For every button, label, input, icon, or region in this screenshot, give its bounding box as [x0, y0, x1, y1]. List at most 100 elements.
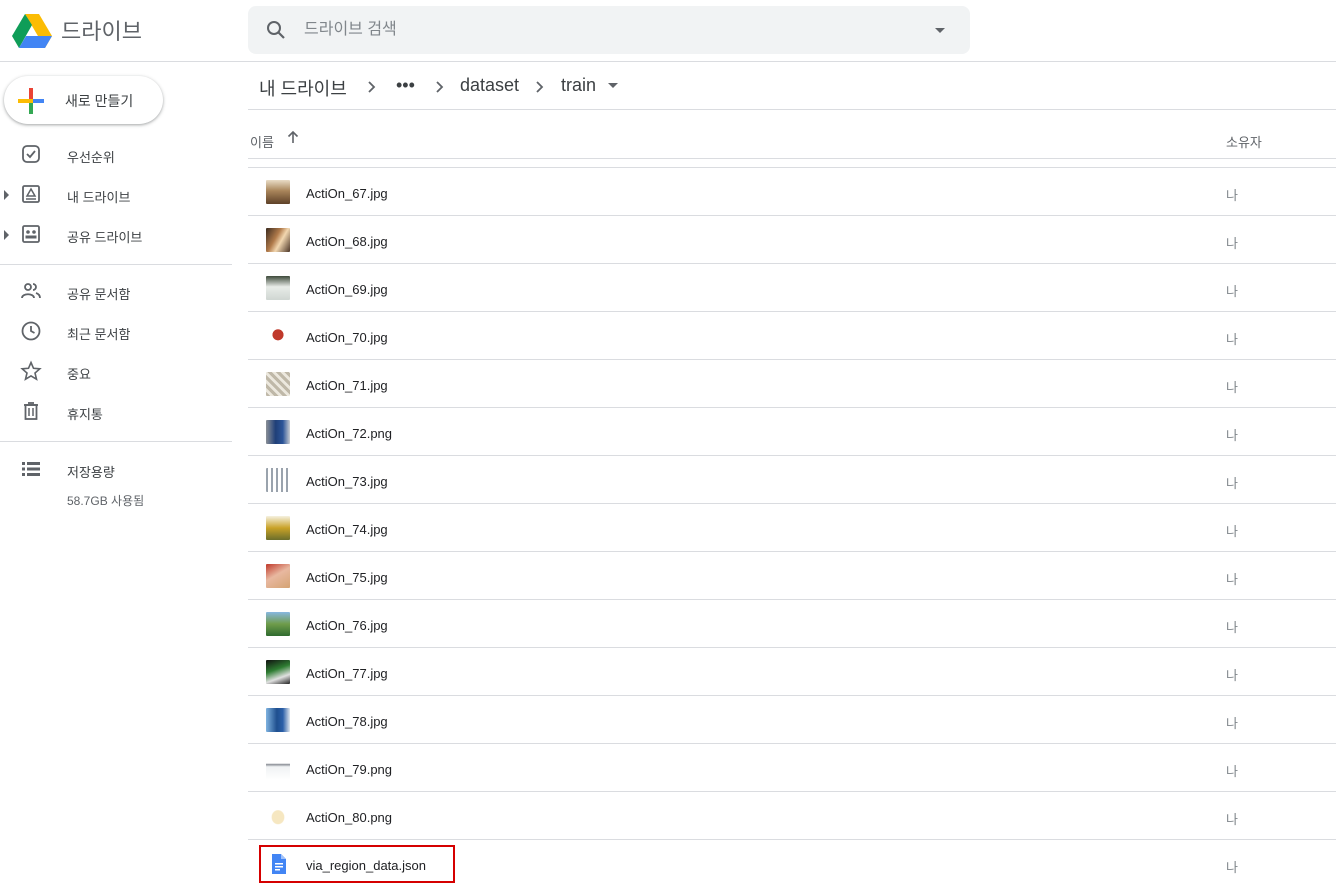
file-name: ActiOn_73.jpg: [306, 474, 388, 489]
sidebar-item-label: 최근 문서함: [67, 327, 131, 342]
shared-drives-icon: [22, 225, 40, 243]
chevron-right-icon: [436, 81, 444, 93]
new-button-label: 새로 만들기: [65, 93, 134, 109]
folder-menu-dropdown-icon[interactable]: [608, 83, 618, 88]
plus-icon: [18, 88, 44, 114]
selection-highlight-box: [259, 845, 455, 883]
file-owner: 나: [1226, 860, 1238, 875]
storage-used-text: 58.7GB 사용됨: [67, 494, 145, 508]
file-name: ActiOn_74.jpg: [306, 522, 388, 537]
file-name: ActiOn_72.png: [306, 426, 393, 441]
file-owner: 나: [1226, 572, 1238, 587]
file-row[interactable]: ActiOn_79.png 나: [248, 743, 1336, 791]
file-name: ActiOn_68.jpg: [306, 234, 388, 249]
file-name: ActiOn_67.jpg: [306, 186, 388, 201]
file-owner: 나: [1226, 188, 1238, 203]
image-thumbnail: [266, 564, 290, 588]
file-name: ActiOn_70.jpg: [306, 330, 388, 345]
column-owner[interactable]: 소유자: [1226, 132, 1262, 151]
sidebar-item-label: 휴지통: [67, 407, 103, 422]
expand-caret-icon[interactable]: [4, 230, 9, 240]
file-name: ActiOn_69.jpg: [306, 282, 388, 297]
sidebar-item-label: 저장용량: [67, 465, 115, 480]
image-thumbnail: [266, 516, 290, 540]
file-owner: 나: [1226, 428, 1238, 443]
file-name: ActiOn_76.jpg: [306, 618, 388, 633]
file-owner: 나: [1226, 332, 1238, 347]
file-owner: 나: [1226, 476, 1238, 491]
file-row[interactable]: ActiOn_71.jpg 나: [248, 359, 1336, 407]
sidebar-item-priority[interactable]: 우선순위: [0, 137, 232, 173]
breadcrumb-dataset[interactable]: dataset: [460, 75, 519, 96]
expand-caret-icon[interactable]: [4, 190, 9, 200]
search-input[interactable]: [304, 16, 904, 44]
image-thumbnail: [266, 708, 290, 732]
file-name: ActiOn_71.jpg: [306, 378, 388, 393]
sidebar-divider: [0, 264, 232, 265]
sidebar-item-shared-with-me[interactable]: 공유 문서함: [0, 274, 232, 310]
breadcrumb-my-drive[interactable]: 내 드라이브: [259, 75, 347, 101]
file-list-header: 이름 소유자: [248, 111, 1336, 159]
breadcrumb-more-ellipsis[interactable]: •••: [396, 75, 415, 96]
sidebar-item-storage[interactable]: 저장용량: [0, 452, 232, 488]
search-icon[interactable]: [264, 18, 288, 42]
file-owner: 나: [1226, 812, 1238, 827]
file-row[interactable]: ActiOn_67.jpg 나: [248, 167, 1336, 215]
image-thumbnail: [266, 420, 290, 444]
file-row[interactable]: ActiOn_76.jpg 나: [248, 599, 1336, 647]
priority-icon: [22, 145, 40, 163]
sort-ascending-arrow-icon[interactable]: [286, 129, 300, 145]
file-owner: 나: [1226, 764, 1238, 779]
app-title[interactable]: 드라이브: [61, 14, 142, 46]
file-owner: 나: [1226, 668, 1238, 683]
sidebar-item-recent[interactable]: 최근 문서함: [0, 314, 232, 350]
image-thumbnail: [266, 660, 290, 684]
storage-icon: [22, 462, 40, 476]
my-drive-icon: [22, 185, 40, 203]
chevron-right-icon: [368, 81, 376, 93]
file-row[interactable]: ActiOn_74.jpg 나: [248, 503, 1336, 551]
image-thumbnail: [266, 612, 290, 636]
breadcrumb: 내 드라이브 ••• dataset train: [248, 63, 1336, 110]
file-owner: 나: [1226, 716, 1238, 731]
file-owner: 나: [1226, 524, 1238, 539]
drive-logo-icon[interactable]: [12, 12, 52, 48]
new-button[interactable]: 새로 만들기: [4, 76, 163, 124]
sidebar-item-label: 우선순위: [67, 150, 115, 165]
file-owner: 나: [1226, 284, 1238, 299]
image-thumbnail: [266, 228, 290, 252]
image-thumbnail: [266, 372, 290, 396]
file-row[interactable]: ActiOn_77.jpg 나: [248, 647, 1336, 695]
file-row[interactable]: ActiOn_75.jpg 나: [248, 551, 1336, 599]
search-options-dropdown-icon[interactable]: [928, 18, 952, 42]
star-icon: [20, 360, 42, 381]
file-row[interactable]: ActiOn_72.png 나: [248, 407, 1336, 455]
file-row[interactable]: ActiOn_80.png 나: [248, 791, 1336, 839]
sidebar-item-my-drive[interactable]: 내 드라이브: [0, 177, 232, 213]
file-name: ActiOn_80.png: [306, 810, 393, 825]
image-thumbnail: [266, 324, 290, 348]
trash-icon: [24, 402, 38, 420]
top-bar: 드라이브: [0, 0, 1336, 62]
file-row[interactable]: ActiOn_68.jpg 나: [248, 215, 1336, 263]
file-row[interactable]: ActiOn_78.jpg 나: [248, 695, 1336, 743]
image-thumbnail: [266, 468, 290, 492]
file-row[interactable]: ActiOn_69.jpg 나: [248, 263, 1336, 311]
breadcrumb-train[interactable]: train: [561, 75, 596, 96]
sidebar-divider: [0, 441, 232, 442]
image-thumbnail: [266, 756, 290, 780]
sidebar-item-starred[interactable]: 중요: [0, 354, 232, 390]
image-thumbnail: [266, 276, 290, 300]
column-name[interactable]: 이름: [250, 132, 274, 151]
file-row[interactable]: via_region_data.json 나: [248, 839, 1336, 887]
file-owner: 나: [1226, 620, 1238, 635]
search-bar[interactable]: [248, 6, 970, 54]
sidebar: 새로 만들기 우선순위 내 드라이브 공유 드라이브 공유 문서함 최근 문서함…: [0, 63, 232, 888]
image-thumbnail: [266, 804, 290, 828]
file-row[interactable]: ActiOn_73.jpg 나: [248, 455, 1336, 503]
sidebar-item-shared-drives[interactable]: 공유 드라이브: [0, 217, 232, 253]
main-content: 내 드라이브 ••• dataset train 이름 소유자 ActiOn_6…: [248, 63, 1336, 888]
file-row[interactable]: ActiOn_70.jpg 나: [248, 311, 1336, 359]
recent-icon: [21, 321, 41, 341]
sidebar-item-trash[interactable]: 휴지통: [0, 394, 232, 430]
